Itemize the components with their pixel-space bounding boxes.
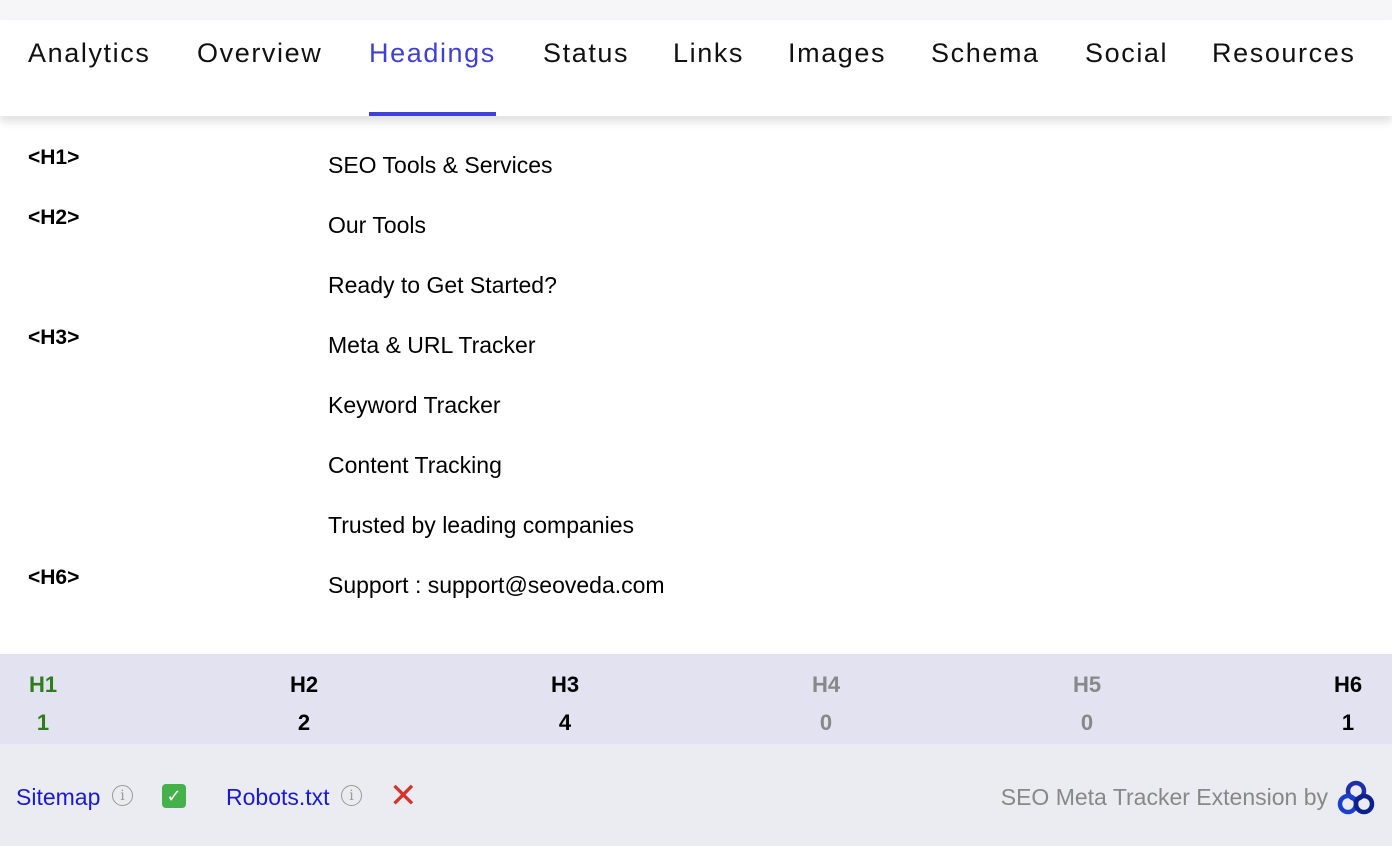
heading-row: Ready to Get Started? — [0, 272, 1392, 332]
heading-tag: <H2> — [28, 206, 80, 229]
heading-row: <H6> Support : support@seoveda.com — [0, 566, 1392, 632]
cross-icon: ✕ — [389, 777, 418, 815]
count-label: H3 — [550, 672, 580, 697]
heading-text: Keyword Tracker — [328, 392, 501, 418]
tab-resources[interactable]: Resources — [1212, 38, 1355, 116]
count-h3: H3 4 — [544, 672, 586, 736]
heading-text: Support : support@seoveda.com — [328, 572, 665, 598]
tab-headings[interactable]: Headings — [369, 38, 496, 116]
count-label: H1 — [28, 672, 58, 697]
heading-row: Content Tracking — [0, 452, 1392, 512]
credit-text: SEO Meta Tracker Extension by — [1000, 784, 1328, 810]
count-h4: H4 0 — [805, 672, 847, 736]
tab-images[interactable]: Images — [788, 38, 886, 116]
count-h2: H2 2 — [283, 672, 325, 736]
count-value: 1 — [1341, 710, 1355, 735]
count-value: 2 — [297, 710, 311, 735]
heading-text: SEO Tools & Services — [328, 152, 553, 178]
sitemap-link[interactable]: Sitemap — [16, 784, 100, 811]
heading-tag: <H1> — [28, 146, 80, 169]
check-icon: ✓ — [162, 784, 186, 808]
count-value: 0 — [819, 710, 833, 735]
headings-list: <H1> SEO Tools & Services <H2> Our Tools… — [0, 116, 1392, 654]
info-icon[interactable]: i — [341, 785, 362, 806]
robots-link[interactable]: Robots.txt — [226, 784, 330, 811]
tab-status[interactable]: Status — [543, 38, 629, 116]
count-value: 1 — [36, 710, 50, 735]
heading-text: Our Tools — [328, 212, 427, 238]
heading-row: Keyword Tracker — [0, 392, 1392, 452]
heading-tag: <H6> — [28, 566, 80, 589]
tab-bar: Analytics Overview Headings Status Links… — [0, 20, 1392, 116]
heading-counts: H1 1 H2 2 H3 4 H4 0 H5 0 H6 1 — [0, 654, 1392, 744]
heading-tag: <H3> — [28, 326, 80, 349]
seoveda-logo-icon[interactable] — [1337, 780, 1375, 816]
count-label: H2 — [289, 672, 319, 697]
footer: Sitemap i ✓ Robots.txt i ✕ SEO Meta Trac… — [0, 744, 1392, 846]
count-label: H6 — [1333, 672, 1363, 697]
count-value: 0 — [1080, 710, 1094, 735]
tab-analytics[interactable]: Analytics — [28, 38, 150, 116]
count-value: 4 — [558, 710, 572, 735]
count-h5: H5 0 — [1066, 672, 1108, 736]
top-strip — [0, 0, 1392, 20]
heading-text: Trusted by leading companies — [328, 512, 634, 538]
count-h6: H6 1 — [1327, 672, 1369, 736]
tab-social[interactable]: Social — [1085, 38, 1168, 116]
tab-links[interactable]: Links — [673, 38, 744, 116]
heading-row: <H2> Our Tools — [0, 206, 1392, 272]
tab-overview[interactable]: Overview — [197, 38, 322, 116]
heading-row: <H1> SEO Tools & Services — [0, 146, 1392, 212]
heading-text: Meta & URL Tracker — [328, 332, 536, 358]
heading-row: <H3> Meta & URL Tracker — [0, 326, 1392, 392]
heading-row: Trusted by leading companies — [0, 512, 1392, 572]
count-h1: H1 1 — [22, 672, 64, 736]
heading-text: Ready to Get Started? — [328, 272, 557, 298]
tab-schema[interactable]: Schema — [931, 38, 1040, 116]
count-label: H4 — [811, 672, 841, 697]
heading-text: Content Tracking — [328, 452, 502, 478]
count-label: H5 — [1072, 672, 1102, 697]
info-icon[interactable]: i — [112, 785, 133, 806]
